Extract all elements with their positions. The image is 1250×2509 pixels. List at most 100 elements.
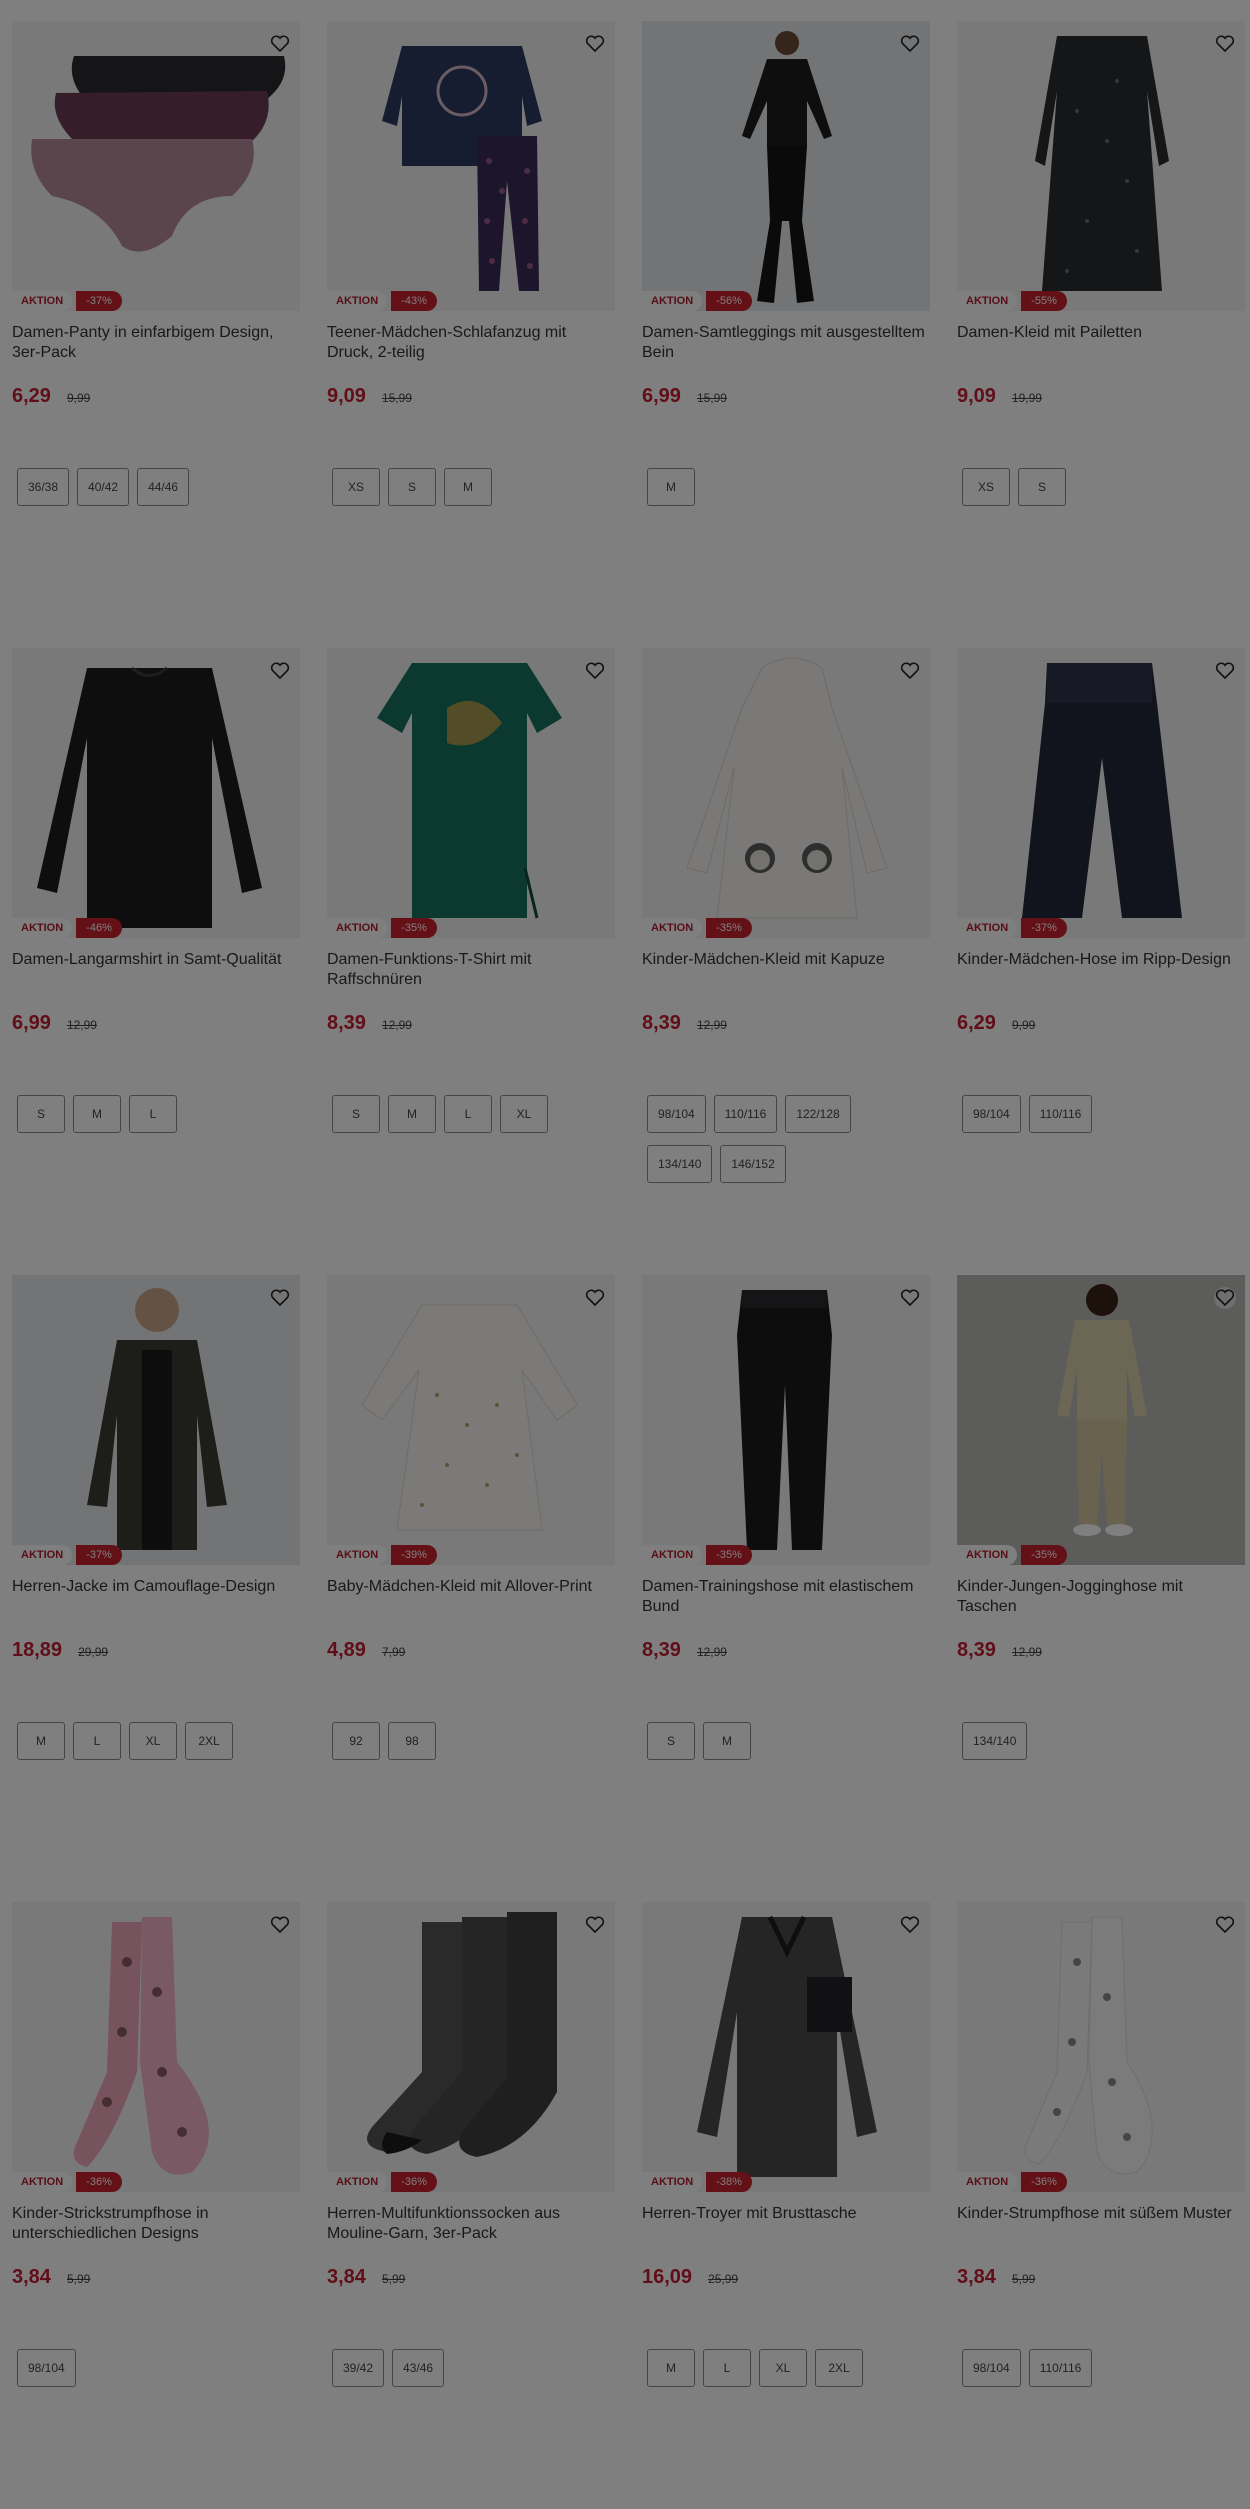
product-card[interactable]: AKTION -36% Herren-Multifunktionssocken … <box>327 1902 615 2387</box>
product-card[interactable]: AKTION -35% Kinder-Jungen-Jogginghose mi… <box>957 1275 1245 1760</box>
product-name[interactable]: Herren-Troyer mit Brusttasche <box>642 2204 930 2244</box>
wishlist-heart-icon[interactable] <box>899 1914 921 1936</box>
size-option[interactable]: 44/46 <box>137 468 190 506</box>
size-option[interactable]: 2XL <box>185 1722 233 1760</box>
wishlist-heart-icon[interactable] <box>584 1914 606 1936</box>
wishlist-heart-icon[interactable] <box>584 33 606 55</box>
size-option[interactable]: 134/140 <box>647 1145 713 1183</box>
wishlist-heart-icon[interactable] <box>1214 1287 1236 1309</box>
product-card[interactable]: AKTION -55% Damen-Kleid mit Pailetten 9,… <box>957 21 1245 506</box>
product-image[interactable]: AKTION -37% <box>12 1275 300 1565</box>
size-option[interactable]: 36/38 <box>17 468 70 506</box>
product-card[interactable]: AKTION -35% Damen-Trainingshose mit elas… <box>642 1275 930 1760</box>
size-option[interactable]: L <box>444 1095 492 1133</box>
product-card[interactable]: AKTION -39% Baby-Mädchen-Kleid mit Allov… <box>327 1275 615 1760</box>
size-option[interactable]: 146/152 <box>720 1145 786 1183</box>
product-card[interactable]: AKTION -36% Kinder-Strickstrumpfhose in … <box>12 1902 300 2387</box>
size-option[interactable]: 122/128 <box>785 1095 851 1133</box>
size-option[interactable]: 43/46 <box>392 2349 445 2387</box>
size-option[interactable]: M <box>73 1095 121 1133</box>
size-option[interactable]: L <box>129 1095 177 1133</box>
product-card[interactable]: AKTION -43% Teener-Mädchen-Schlafanzug m… <box>327 21 615 506</box>
product-image[interactable]: AKTION -37% <box>12 21 300 311</box>
product-card[interactable]: AKTION -36% Kinder-Strumpfhose mit süßem… <box>957 1902 1245 2387</box>
wishlist-heart-icon[interactable] <box>584 660 606 682</box>
wishlist-heart-icon[interactable] <box>269 1914 291 1936</box>
size-option[interactable]: 98 <box>388 1722 436 1760</box>
size-option[interactable]: L <box>703 2349 751 2387</box>
product-name[interactable]: Damen-Funktions-T-Shirt mit Raffschnüren <box>327 950 615 990</box>
size-option[interactable]: XL <box>759 2349 807 2387</box>
wishlist-heart-icon[interactable] <box>584 1287 606 1309</box>
product-name[interactable]: Damen-Trainingshose mit elastischem Bund <box>642 1577 930 1617</box>
size-option[interactable]: 98/104 <box>962 1095 1021 1133</box>
product-card[interactable]: AKTION -37% Herren-Jacke im Camouflage-D… <box>12 1275 300 1760</box>
wishlist-heart-icon[interactable] <box>1214 33 1236 55</box>
size-option[interactable]: XL <box>500 1095 548 1133</box>
product-name[interactable]: Damen-Langarmshirt in Samt-Qualität <box>12 950 300 990</box>
product-name[interactable]: Kinder-Strumpfhose mit süßem Muster <box>957 2204 1245 2244</box>
size-option[interactable]: 98/104 <box>647 1095 706 1133</box>
product-card[interactable]: AKTION -38% Herren-Troyer mit Brusttasch… <box>642 1902 930 2387</box>
product-card[interactable]: AKTION -37% Damen-Panty in einfarbigem D… <box>12 21 300 506</box>
size-option[interactable]: L <box>73 1722 121 1760</box>
product-image[interactable]: AKTION -35% <box>957 1275 1245 1565</box>
product-card[interactable]: AKTION -46% Damen-Langarmshirt in Samt-Q… <box>12 648 300 1133</box>
size-option[interactable]: XS <box>332 468 380 506</box>
size-option[interactable]: 40/42 <box>77 468 130 506</box>
product-name[interactable]: Baby-Mädchen-Kleid mit Allover-Print <box>327 1577 615 1617</box>
product-image[interactable]: AKTION -35% <box>642 1275 930 1565</box>
size-option[interactable]: 98/104 <box>962 2349 1021 2387</box>
size-option[interactable]: S <box>647 1722 695 1760</box>
size-option[interactable]: XS <box>962 468 1010 506</box>
size-option[interactable]: S <box>1018 468 1066 506</box>
size-option[interactable]: 39/42 <box>332 2349 385 2387</box>
product-image[interactable]: AKTION -36% <box>957 1902 1245 2192</box>
product-card[interactable]: AKTION -35% Kinder-Mädchen-Kleid mit Kap… <box>642 648 930 1183</box>
size-option[interactable]: M <box>17 1722 65 1760</box>
product-name[interactable]: Kinder-Mädchen-Kleid mit Kapuze <box>642 950 930 990</box>
size-option[interactable]: 92 <box>332 1722 380 1760</box>
size-option[interactable]: M <box>647 468 695 506</box>
product-image[interactable]: AKTION -37% <box>957 648 1245 938</box>
size-option[interactable]: 98/104 <box>17 2349 76 2387</box>
product-image[interactable]: AKTION -38% <box>642 1902 930 2192</box>
size-option[interactable]: 110/116 <box>713 1095 778 1133</box>
size-option[interactable]: M <box>703 1722 751 1760</box>
wishlist-heart-icon[interactable] <box>899 660 921 682</box>
product-image[interactable]: AKTION -43% <box>327 21 615 311</box>
size-option[interactable]: 110/116 <box>1028 2349 1093 2387</box>
product-card[interactable]: AKTION -37% Kinder-Mädchen-Hose im Ripp-… <box>957 648 1245 1133</box>
product-name[interactable]: Kinder-Mädchen-Hose im Ripp-Design <box>957 950 1245 990</box>
product-name[interactable]: Damen-Panty in einfarbigem Design, 3er-P… <box>12 323 300 363</box>
product-card[interactable]: AKTION -35% Damen-Funktions-T-Shirt mit … <box>327 648 615 1133</box>
product-name[interactable]: Kinder-Jungen-Jogginghose mit Taschen <box>957 1577 1245 1617</box>
product-image[interactable]: AKTION -46% <box>12 648 300 938</box>
product-image[interactable]: AKTION -35% <box>642 648 930 938</box>
wishlist-heart-icon[interactable] <box>269 1287 291 1309</box>
product-image[interactable]: AKTION -36% <box>327 1902 615 2192</box>
size-option[interactable]: S <box>388 468 436 506</box>
product-name[interactable]: Damen-Kleid mit Pailetten <box>957 323 1245 363</box>
size-option[interactable]: M <box>444 468 492 506</box>
product-card[interactable]: AKTION -56% Damen-Samtleggings mit ausge… <box>642 21 930 506</box>
product-image[interactable]: AKTION -39% <box>327 1275 615 1565</box>
product-name[interactable]: Herren-Multifunktionssocken aus Mouline-… <box>327 2204 615 2244</box>
wishlist-heart-icon[interactable] <box>899 33 921 55</box>
product-name[interactable]: Herren-Jacke im Camouflage-Design <box>12 1577 300 1617</box>
product-image[interactable]: AKTION -56% <box>642 21 930 311</box>
wishlist-heart-icon[interactable] <box>1214 660 1236 682</box>
wishlist-heart-icon[interactable] <box>899 1287 921 1309</box>
product-name[interactable]: Damen-Samtleggings mit ausgestelltem Bei… <box>642 323 930 363</box>
product-image[interactable]: AKTION -55% <box>957 21 1245 311</box>
wishlist-heart-icon[interactable] <box>1214 1914 1236 1936</box>
size-option[interactable]: M <box>647 2349 695 2387</box>
product-image[interactable]: AKTION -35% <box>327 648 615 938</box>
product-image[interactable]: AKTION -36% <box>12 1902 300 2192</box>
wishlist-heart-icon[interactable] <box>269 33 291 55</box>
size-option[interactable]: 2XL <box>815 2349 863 2387</box>
size-option[interactable]: S <box>17 1095 65 1133</box>
product-name[interactable]: Kinder-Strickstrumpfhose in unterschiedl… <box>12 2204 300 2244</box>
wishlist-heart-icon[interactable] <box>269 660 291 682</box>
size-option[interactable]: S <box>332 1095 380 1133</box>
